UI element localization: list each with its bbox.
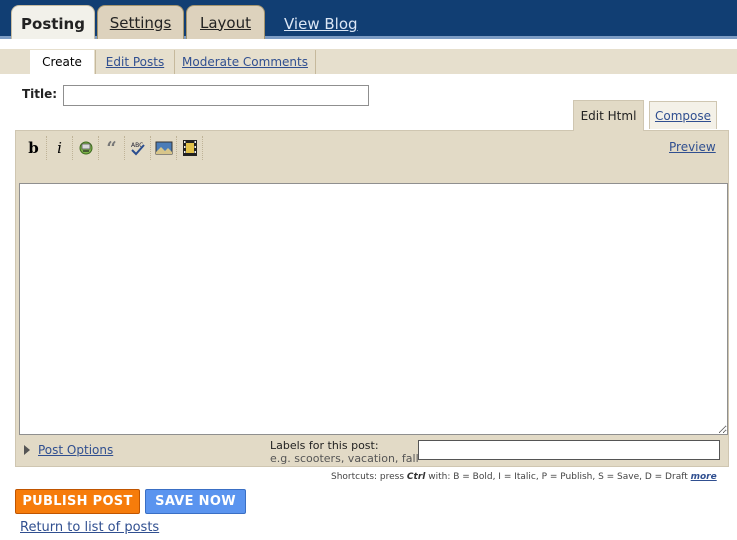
shortcuts-hint: Shortcuts: press Ctrl with: B = Bold, I … (331, 472, 717, 482)
italic-icon[interactable]: i (47, 136, 73, 160)
shortcuts-prefix: Shortcuts: press (331, 472, 405, 482)
labels-input[interactable] (418, 440, 720, 460)
link-icon[interactable] (73, 136, 99, 160)
tab-posting[interactable]: Posting (11, 5, 95, 41)
subtab-edit-posts[interactable]: Edit Posts (95, 50, 175, 74)
expand-triangle-icon (24, 445, 30, 455)
subtab-moderate-comments[interactable]: Moderate Comments (175, 50, 316, 74)
labels-title: Labels for this post: (270, 439, 379, 452)
preview-link[interactable]: Preview (669, 140, 716, 154)
view-blog-link[interactable]: View Blog (284, 15, 358, 33)
shortcuts-ctrl: Ctrl (406, 472, 426, 482)
title-input[interactable] (63, 85, 369, 106)
return-to-posts-link[interactable]: Return to list of posts (20, 520, 159, 535)
editor-toolbar: b i “ ABC (21, 136, 203, 160)
spellcheck-icon[interactable]: ABC (125, 136, 151, 160)
post-body-textarea[interactable] (19, 183, 728, 435)
bold-icon[interactable]: b (21, 136, 47, 160)
publish-post-button[interactable]: PUBLISH POST (15, 489, 140, 514)
tab-layout[interactable]: Layout (186, 5, 265, 39)
post-options-label: Post Options (38, 443, 114, 457)
blockquote-icon[interactable]: “ (99, 136, 125, 160)
post-editor-page: Posting Settings Layout View Blog Create… (0, 0, 737, 540)
video-icon[interactable] (177, 136, 203, 160)
post-options-toggle[interactable]: Post Options (24, 443, 113, 457)
shortcuts-items: B = Bold, I = Italic, P = Publish, S = S… (453, 472, 688, 482)
shortcuts-more-link[interactable]: more (691, 472, 717, 482)
subtab-create[interactable]: Create (30, 50, 94, 74)
sub-tab-bar-top (0, 39, 737, 49)
title-label: Title: (22, 87, 58, 101)
tab-edit-html[interactable]: Edit Html (573, 100, 644, 131)
labels-hint: e.g. scooters, vacation, fall (270, 452, 419, 465)
image-icon[interactable] (151, 136, 177, 160)
tab-compose[interactable]: Compose (649, 101, 717, 129)
shortcuts-with: with: (428, 472, 451, 482)
save-now-button[interactable]: SAVE NOW (145, 489, 246, 514)
tab-settings[interactable]: Settings (97, 5, 184, 39)
